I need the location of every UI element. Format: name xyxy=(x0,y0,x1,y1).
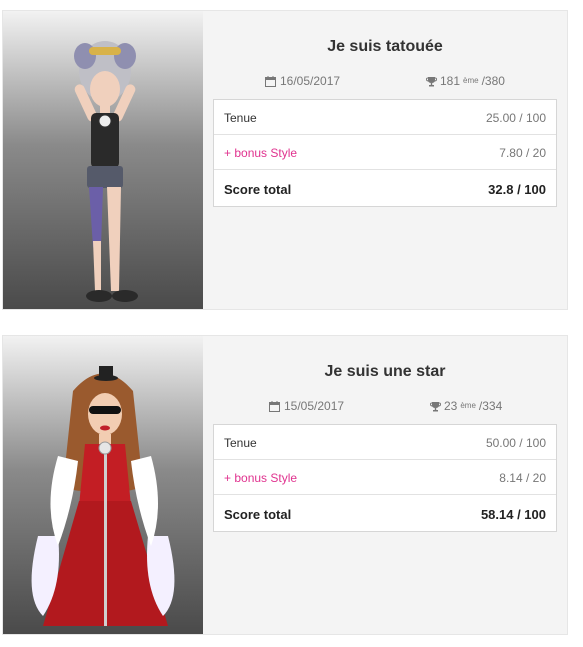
table-row: Tenue 25.00 / 100 xyxy=(214,100,556,135)
rank-suffix: ème xyxy=(460,400,476,410)
contest-date: 16/05/2017 xyxy=(265,74,340,88)
contest-rank: 23 ème/334 xyxy=(430,399,502,413)
contest-meta: 15/05/2017 23 ème/334 xyxy=(213,399,557,417)
table-row: + bonus Style 7.80 / 20 xyxy=(214,135,556,170)
row-value: 25.00 / 100 xyxy=(485,111,546,125)
score-table: Tenue 50.00 / 100 + bonus Style 8.14 / 2… xyxy=(213,424,557,532)
rank-number: 23 xyxy=(444,399,458,413)
contest-rank: 181 ème/380 xyxy=(426,74,505,88)
contest-info: Je suis une star 15/05/2017 23 ème/334 Te… xyxy=(213,336,557,532)
contest-info: Je suis tatouée 16/05/2017 181 ème/380 Te… xyxy=(213,11,557,207)
avatar-image[interactable] xyxy=(3,11,203,309)
row-label: Score total xyxy=(224,507,292,522)
contest-card: Je suis une star 15/05/2017 23 ème/334 Te… xyxy=(2,335,568,635)
score-table: Tenue 25.00 / 100 + bonus Style 7.80 / 2… xyxy=(213,99,557,207)
avatar-image[interactable] xyxy=(3,336,203,634)
table-row: Score total 32.8 / 100 xyxy=(214,170,556,206)
rank-total: /334 xyxy=(478,399,503,413)
table-row: Score total 58.14 / 100 xyxy=(214,495,556,531)
calendar-icon xyxy=(265,75,276,87)
row-value: 8.14 / 20 xyxy=(499,471,546,485)
row-label: Score total xyxy=(224,182,292,197)
date-text: 16/05/2017 xyxy=(280,74,341,88)
row-value: 7.80 / 20 xyxy=(499,146,546,160)
row-label: Tenue xyxy=(224,111,257,125)
calendar-icon xyxy=(269,400,280,412)
table-row: + bonus Style 8.14 / 20 xyxy=(214,460,556,495)
table-row: Tenue 50.00 / 100 xyxy=(214,425,556,460)
rank-total: /380 xyxy=(481,74,505,88)
row-label: + bonus Style xyxy=(224,146,298,160)
contest-card: Je suis tatouée 16/05/2017 181 ème/380 Te… xyxy=(2,10,568,310)
row-value: 32.8 / 100 xyxy=(488,182,546,197)
row-value: 50.00 / 100 xyxy=(485,436,546,450)
trophy-icon xyxy=(430,401,441,411)
rank-suffix: ème xyxy=(463,75,479,85)
row-label: + bonus Style xyxy=(224,471,298,485)
trophy-icon xyxy=(426,76,437,86)
date-text: 15/05/2017 xyxy=(284,399,345,413)
contest-date: 15/05/2017 xyxy=(269,399,344,413)
contest-title: Je suis tatouée xyxy=(327,38,443,55)
row-label: Tenue xyxy=(224,436,257,450)
row-value: 58.14 / 100 xyxy=(480,507,546,522)
rank-number: 181 xyxy=(440,74,461,88)
contest-meta: 16/05/2017 181 ème/380 xyxy=(213,74,557,92)
contest-title: Je suis une star xyxy=(324,363,446,380)
